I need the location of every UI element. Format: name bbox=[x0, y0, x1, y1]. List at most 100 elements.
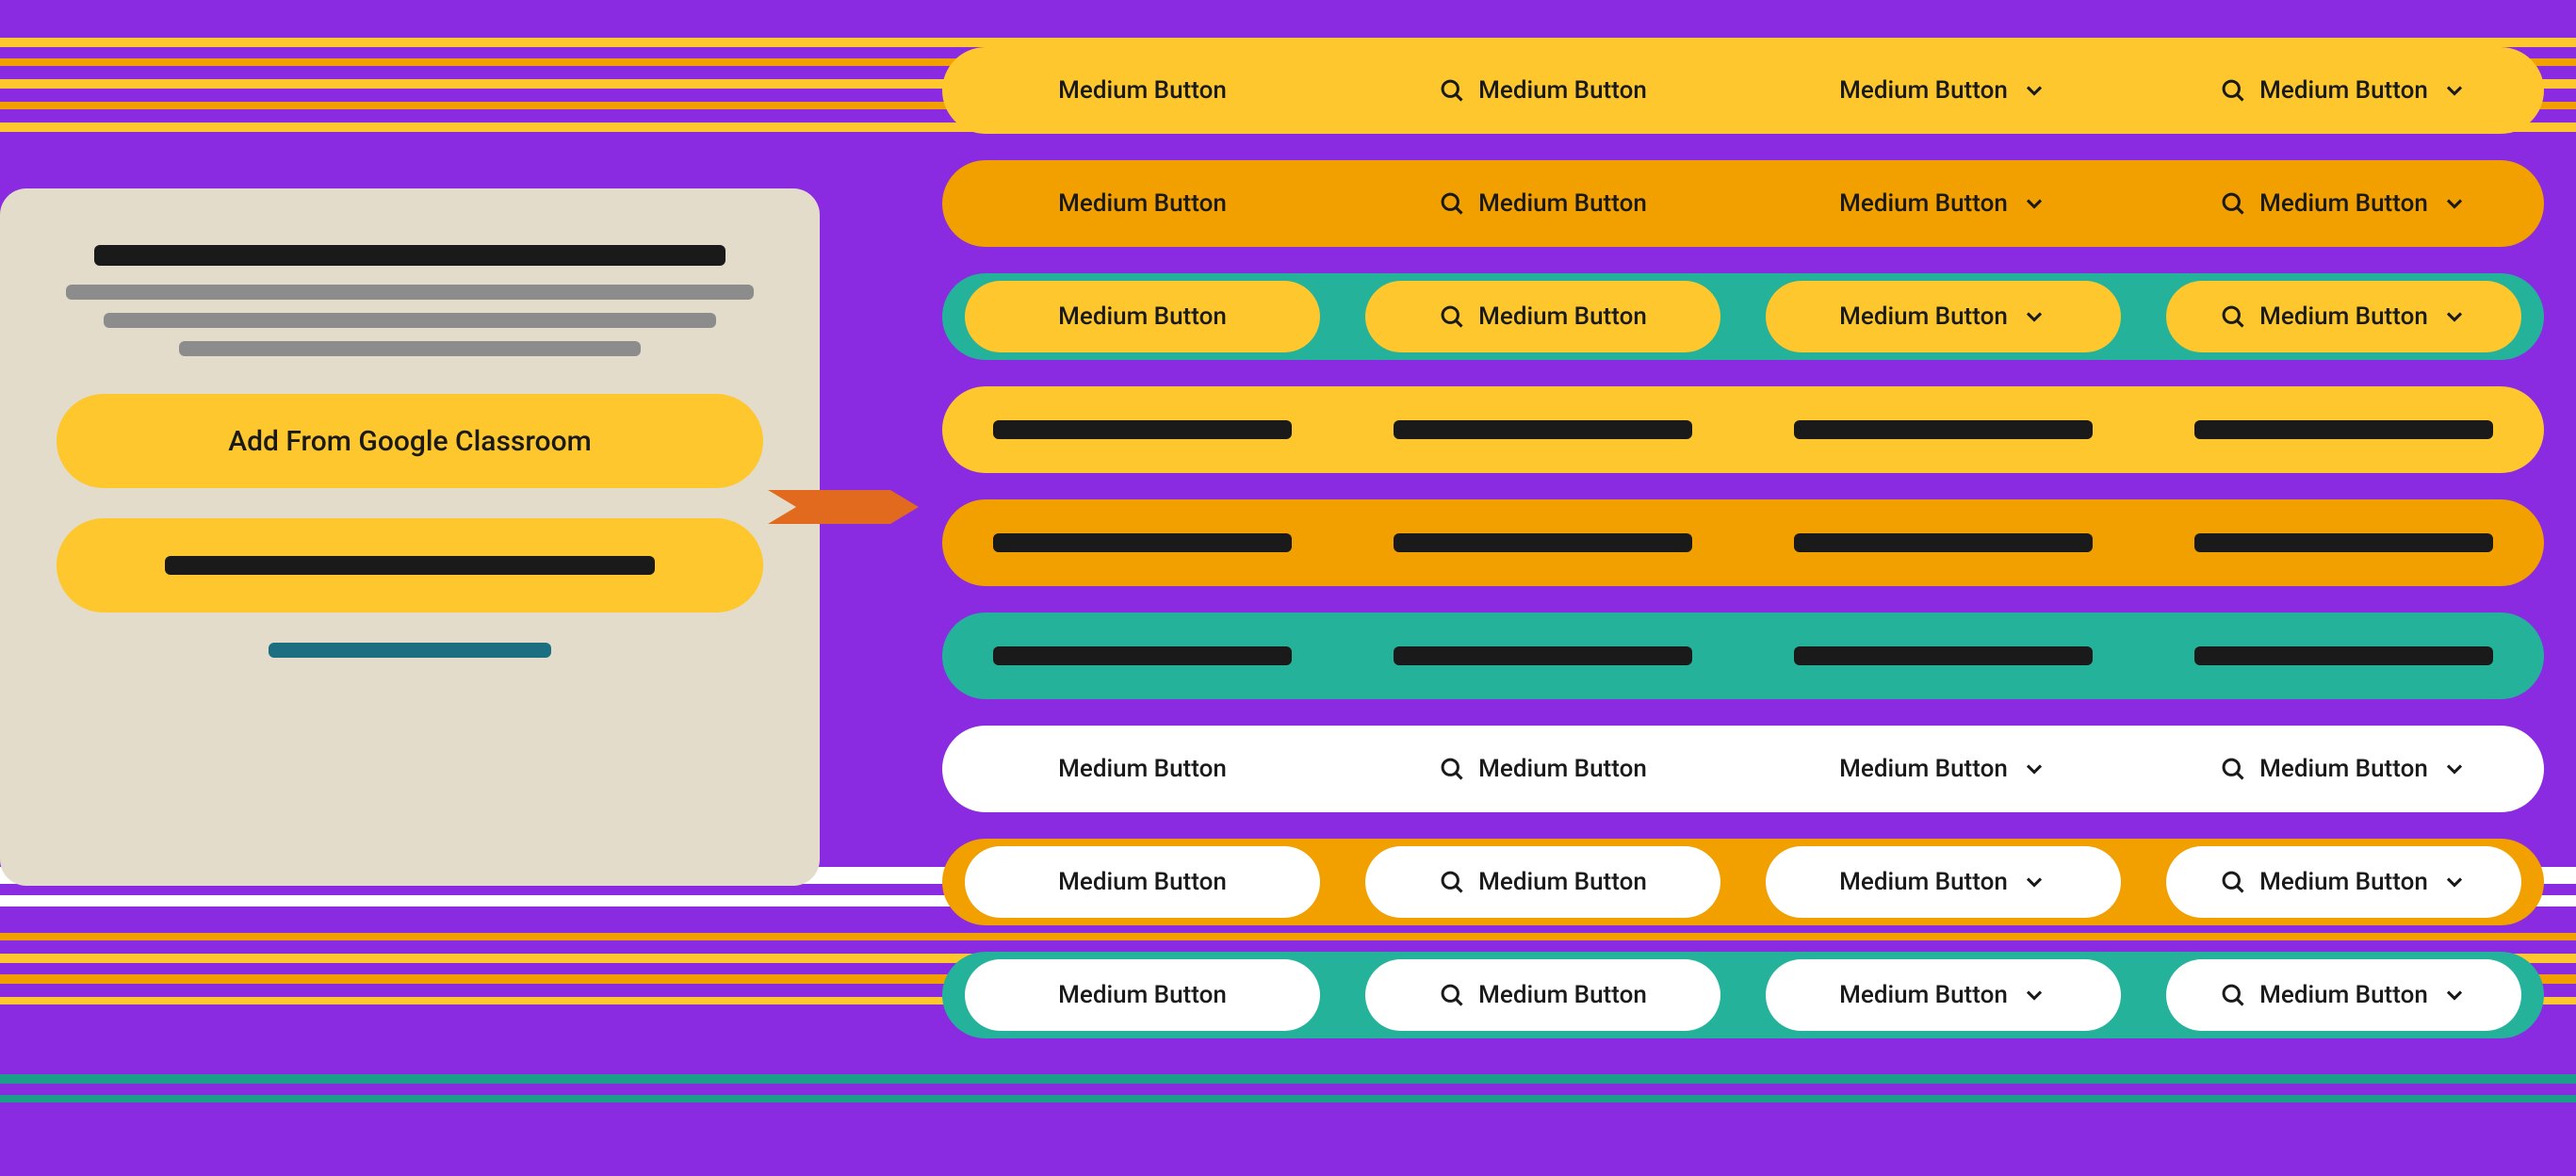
medium-button[interactable]: Medium Button bbox=[965, 733, 1320, 805]
medium-button[interactable]: Medium Button bbox=[2166, 959, 2521, 1031]
button-label-redacted bbox=[993, 646, 1292, 665]
medium-button[interactable] bbox=[2166, 620, 2521, 692]
chevron-down-icon bbox=[2441, 756, 2468, 782]
button-label: Medium Button bbox=[1478, 189, 1647, 218]
medium-button[interactable] bbox=[2166, 507, 2521, 579]
chevron-down-icon bbox=[2441, 77, 2468, 104]
button-label-redacted bbox=[1794, 533, 2093, 552]
arrow-marker-icon bbox=[768, 490, 919, 524]
button-row-teal-redacted bbox=[942, 612, 2544, 699]
medium-button[interactable]: Medium Button bbox=[965, 168, 1320, 239]
button-label: Medium Button bbox=[1478, 755, 1647, 783]
button-label: Medium Button bbox=[1058, 981, 1227, 1009]
medium-button[interactable] bbox=[965, 394, 1320, 466]
button-label: Medium Button bbox=[1839, 189, 2008, 218]
medium-button[interactable]: Medium Button bbox=[2166, 55, 2521, 126]
add-from-google-classroom-button[interactable]: Add From Google Classroom bbox=[57, 394, 763, 488]
button-label-redacted bbox=[1394, 646, 1692, 665]
button-label: Medium Button bbox=[2259, 868, 2428, 896]
button-label-redacted bbox=[993, 420, 1292, 439]
button-label: Medium Button bbox=[1839, 981, 2008, 1009]
button-label: Medium Button bbox=[1478, 868, 1647, 896]
medium-button[interactable] bbox=[1365, 620, 1720, 692]
medium-button[interactable] bbox=[965, 507, 1320, 579]
medium-button[interactable]: Medium Button bbox=[1365, 168, 1720, 239]
classroom-card: Add From Google Classroom bbox=[0, 188, 820, 886]
medium-button[interactable]: Medium Button bbox=[965, 55, 1320, 126]
medium-button[interactable] bbox=[1365, 507, 1720, 579]
medium-button[interactable]: Medium Button bbox=[965, 959, 1320, 1031]
button-label-redacted bbox=[1794, 420, 2093, 439]
medium-button[interactable]: Medium Button bbox=[965, 281, 1320, 352]
card-description-redacted bbox=[66, 285, 754, 300]
medium-button[interactable]: Medium Button bbox=[2166, 168, 2521, 239]
medium-button[interactable]: Medium Button bbox=[1766, 55, 2121, 126]
chevron-down-icon bbox=[2441, 982, 2468, 1008]
search-icon bbox=[1439, 303, 1465, 330]
medium-button[interactable] bbox=[2166, 394, 2521, 466]
button-label: Medium Button bbox=[1839, 302, 2008, 331]
button-row-orange-redacted bbox=[942, 499, 2544, 586]
chevron-down-icon bbox=[2441, 190, 2468, 217]
button-label-redacted bbox=[165, 556, 655, 575]
button-label: Medium Button bbox=[1058, 868, 1227, 896]
medium-button[interactable]: Medium Button bbox=[2166, 733, 2521, 805]
search-icon bbox=[1439, 982, 1465, 1008]
button-label: Medium Button bbox=[1839, 755, 2008, 783]
button-label: Medium Button bbox=[1478, 76, 1647, 105]
button-row-yellow: Medium Button Medium Button Medium Button M… bbox=[942, 47, 2544, 134]
button-label: Medium Button bbox=[1058, 189, 1227, 218]
card-link-redacted[interactable] bbox=[269, 643, 551, 658]
chevron-down-icon bbox=[2021, 303, 2047, 330]
search-icon bbox=[2220, 756, 2246, 782]
medium-button[interactable]: Medium Button bbox=[1365, 959, 1720, 1031]
chevron-down-icon bbox=[2021, 190, 2047, 217]
medium-button[interactable]: Medium Button bbox=[2166, 846, 2521, 918]
button-variants-grid: Medium Button Medium Button Medium Button M… bbox=[942, 47, 2544, 1065]
button-label-redacted bbox=[2194, 646, 2493, 665]
button-label: Medium Button bbox=[1058, 76, 1227, 105]
medium-button[interactable]: Medium Button bbox=[2166, 281, 2521, 352]
medium-button[interactable] bbox=[1365, 394, 1720, 466]
medium-button[interactable]: Medium Button bbox=[1365, 846, 1720, 918]
button-label: Medium Button bbox=[1058, 755, 1227, 783]
medium-button[interactable]: Medium Button bbox=[1365, 55, 1720, 126]
search-icon bbox=[1439, 756, 1465, 782]
button-label: Medium Button bbox=[1839, 76, 2008, 105]
button-row-orange: Medium Button Medium Button Medium Button M… bbox=[942, 160, 2544, 247]
chevron-down-icon bbox=[2021, 77, 2047, 104]
medium-button[interactable] bbox=[1766, 620, 2121, 692]
card-description-redacted bbox=[179, 341, 641, 356]
card-description-redacted bbox=[104, 313, 716, 328]
chevron-down-icon bbox=[2021, 869, 2047, 895]
button-row-teal-pill: Medium Button Medium Button Medium Button M… bbox=[942, 952, 2544, 1038]
button-label-redacted bbox=[1794, 646, 2093, 665]
search-icon bbox=[2220, 869, 2246, 895]
medium-button[interactable]: Medium Button bbox=[1766, 959, 2121, 1031]
medium-button[interactable] bbox=[965, 620, 1320, 692]
button-label-redacted bbox=[993, 533, 1292, 552]
medium-button[interactable] bbox=[1766, 394, 2121, 466]
search-icon bbox=[2220, 303, 2246, 330]
button-label: Add From Google Classroom bbox=[228, 425, 591, 458]
medium-button[interactable] bbox=[1766, 507, 2121, 579]
search-icon bbox=[1439, 77, 1465, 104]
medium-button[interactable]: Medium Button bbox=[1766, 846, 2121, 918]
medium-button[interactable]: Medium Button bbox=[1766, 733, 2121, 805]
secondary-button-redacted[interactable] bbox=[57, 518, 763, 612]
medium-button[interactable]: Medium Button bbox=[1766, 168, 2121, 239]
button-label: Medium Button bbox=[1478, 981, 1647, 1009]
medium-button[interactable]: Medium Button bbox=[1766, 281, 2121, 352]
search-icon bbox=[2220, 982, 2246, 1008]
chevron-down-icon bbox=[2021, 982, 2047, 1008]
search-icon bbox=[2220, 77, 2246, 104]
button-label-redacted bbox=[1394, 420, 1692, 439]
button-label-redacted bbox=[1394, 533, 1692, 552]
medium-button[interactable]: Medium Button bbox=[1365, 733, 1720, 805]
chevron-down-icon bbox=[2441, 869, 2468, 895]
button-label: Medium Button bbox=[2259, 302, 2428, 331]
button-label: Medium Button bbox=[2259, 189, 2428, 218]
chevron-down-icon bbox=[2441, 303, 2468, 330]
medium-button[interactable]: Medium Button bbox=[965, 846, 1320, 918]
medium-button[interactable]: Medium Button bbox=[1365, 281, 1720, 352]
